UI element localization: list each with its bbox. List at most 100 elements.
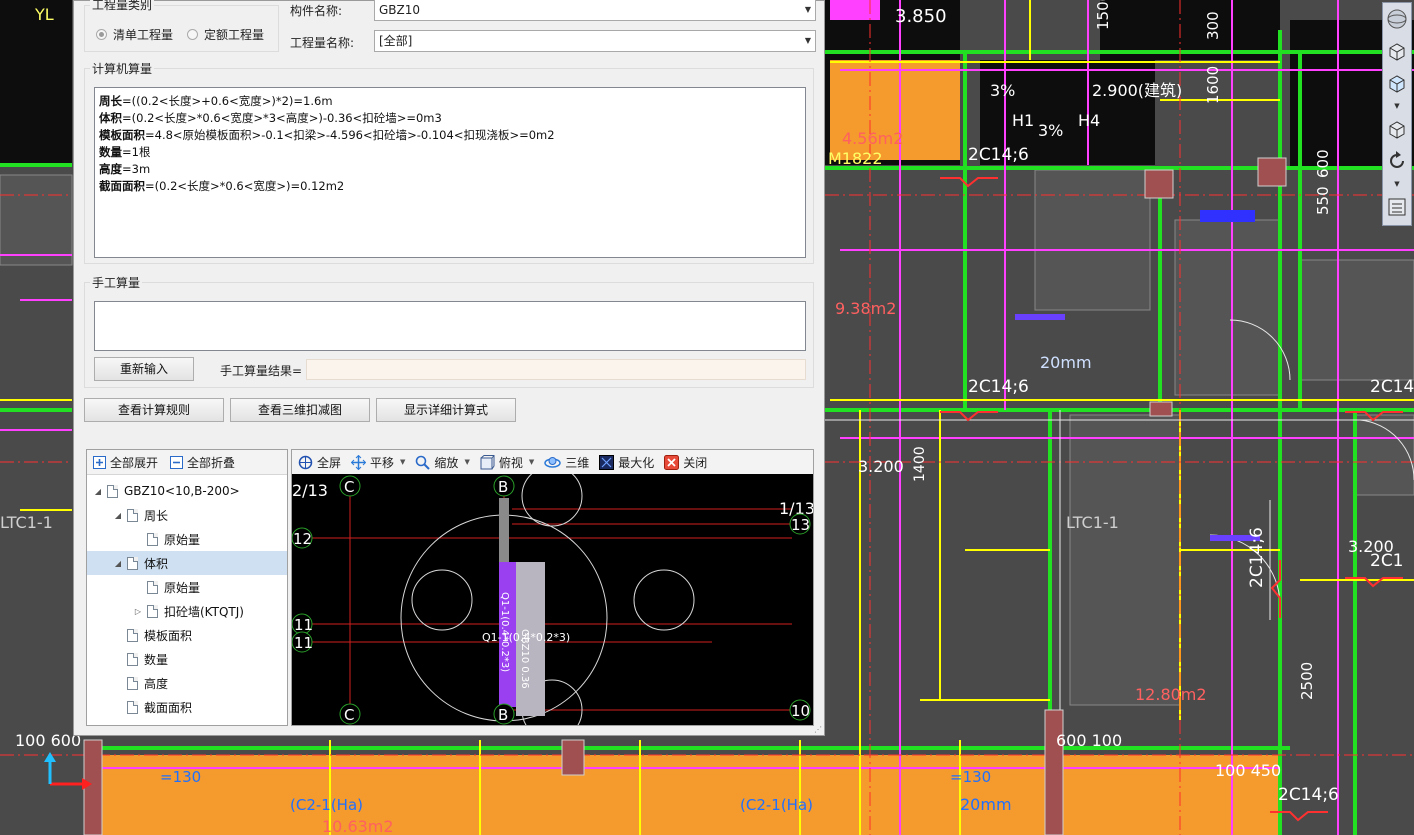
fullscreen-button[interactable]: 全屏	[298, 454, 341, 471]
computer-calc-textbox[interactable]: 周长=((0.2<长度>+0.6<宽度>)*2)=1.6m 体积=(0.2<长度…	[94, 87, 806, 258]
calc-line: 周长=((0.2<长度>+0.6<宽度>)*2)=1.6m	[99, 94, 333, 108]
expand-all-label: 全部展开	[110, 455, 159, 470]
tree-item[interactable]: 高度	[87, 671, 287, 695]
quantity-tree: ◢ GBZ10<10,B-200> ◢ 周长 原始量 ◢ 体积 原始量 ▷ 扣砼墙(KTQTJ) 模…	[87, 475, 287, 719]
document-icon	[127, 652, 138, 666]
document-icon	[147, 604, 158, 618]
top-view-button[interactable]: 俯视 ▼	[480, 454, 534, 471]
svg-text:C: C	[344, 706, 354, 724]
cad-label: H4	[1078, 111, 1100, 130]
tree-item[interactable]: 截面面积	[87, 695, 287, 719]
column-label: GBZ10 0.36	[519, 629, 530, 689]
tree-item-label: 原始量	[164, 532, 201, 547]
close-label: 关闭	[683, 455, 708, 470]
cad-rebar-label: 2C14;6	[1278, 785, 1339, 805]
layer-list-icon[interactable]	[1385, 195, 1409, 219]
chevron-down-icon: ▼	[528, 458, 535, 466]
zoom-button[interactable]: 缩放 ▼	[415, 454, 470, 471]
view-calculation-dialog: 工程量类别 清单工程量 定额工程量 构件名称: GBZ10 ▼ 工程量名称: […	[73, 0, 825, 736]
chevron-down-icon: ▼	[400, 458, 406, 466]
maximize-button[interactable]: 最大化	[599, 454, 654, 471]
component-name-label: 构件名称:	[290, 4, 343, 18]
view-calc-rules-button[interactable]: 查看计算规则	[84, 398, 224, 422]
expanded-arrow-icon[interactable]: ◢	[113, 511, 123, 520]
cad-slope-label: 3%	[1038, 121, 1063, 140]
show-detail-formula-button[interactable]: 显示详细计算式	[376, 398, 516, 422]
expanded-arrow-icon[interactable]: ◢	[93, 487, 103, 496]
cad-dimension: 100 450	[1215, 761, 1281, 780]
manual-calc-title: 手工算量	[90, 274, 143, 291]
cad-label: YL	[34, 5, 54, 24]
tree-item-label: GBZ10<10,B-200>	[124, 484, 240, 498]
radio-selected-icon	[96, 29, 107, 40]
cad-rebar-label: 2C14;6	[968, 377, 1029, 397]
cad-rebar-label: 2C14	[1370, 377, 1414, 397]
expanded-arrow-icon[interactable]: ◢	[113, 559, 123, 568]
tree-item[interactable]: ▷ 扣砼墙(KTQTJ)	[87, 599, 287, 623]
wall-label-vertical: Q1-1(0.4*0.2*3)	[499, 592, 510, 672]
tree-item-label: 截面面积	[144, 700, 193, 715]
collapse-all-button[interactable]: 全部折叠	[170, 454, 235, 471]
axis-label-2-13: 2/13	[292, 481, 328, 500]
quantity-type-title: 工程量类别	[90, 0, 155, 13]
collapse-all-label: 全部折叠	[187, 455, 236, 470]
tree-item[interactable]: 原始量	[87, 527, 287, 551]
rotate-icon[interactable]	[1385, 149, 1409, 173]
tree-item-label: 模板面积	[144, 628, 193, 643]
pan-arrows-icon	[351, 454, 367, 470]
tree-item[interactable]: 数量	[87, 647, 287, 671]
cad-area-label: 4.56m2	[842, 129, 903, 148]
close-icon	[664, 454, 680, 470]
chevron-down-icon[interactable]: ▼	[1394, 181, 1399, 188]
cad-dimension: 1600	[1204, 66, 1222, 104]
quantity-name-select[interactable]: [全部] ▼	[374, 30, 816, 52]
resize-grip-icon[interactable]: ⋰	[814, 725, 822, 734]
calc-line: 体积=(0.2<长度>*0.6<宽度>*3<高度>)-0.36<扣砼墙>=0m3	[99, 111, 442, 125]
cad-elevation-label: 2.900(建筑)	[1092, 81, 1182, 100]
cad-label: LTC1-1	[1066, 513, 1119, 532]
cad-label: (C2-1(Ha)	[290, 796, 363, 814]
view-3d-deduction-button[interactable]: 查看三维扣减图	[230, 398, 370, 422]
pan-button[interactable]: 平移 ▼	[351, 454, 405, 471]
radio-bill-quantity[interactable]: 清单工程量	[96, 26, 173, 43]
svg-text:13: 13	[791, 516, 810, 534]
component-name-select[interactable]: GBZ10 ▼	[374, 0, 816, 21]
tree-item[interactable]: ◢ GBZ10<10,B-200>	[87, 479, 287, 503]
three-d-label: 三维	[565, 455, 590, 470]
front-view-cube-icon[interactable]	[1385, 71, 1409, 95]
radio-quota-quantity[interactable]: 定额工程量	[187, 26, 264, 43]
reenter-button[interactable]: 重新输入	[94, 357, 194, 381]
tree-item[interactable]: ◢ 体积	[87, 551, 287, 575]
radio-label: 定额工程量	[204, 28, 265, 42]
tree-item[interactable]: 原始量	[87, 575, 287, 599]
tree-item[interactable]: ◢ 周长	[87, 503, 287, 527]
expand-all-button[interactable]: 全部展开	[93, 454, 158, 471]
manual-result-field[interactable]	[306, 359, 806, 380]
zoom-label: 缩放	[434, 455, 459, 470]
fullscreen-label: 全屏	[317, 455, 342, 470]
orbit-sphere-icon[interactable]	[1385, 7, 1409, 31]
close-viewer-button[interactable]: 关闭	[664, 454, 707, 471]
collapsed-arrow-icon[interactable]: ▷	[133, 607, 143, 616]
top-view-cube-icon[interactable]	[1385, 117, 1409, 141]
cad-label: (C2-1(Ha)	[740, 796, 813, 814]
tree-item[interactable]: 模板面积	[87, 623, 287, 647]
svg-text:10: 10	[791, 702, 810, 720]
tree-item-label: 高度	[144, 676, 169, 691]
deduction-3d-canvas[interactable]: 2/13 1/13 C B 13 12 11 11 C B 10 Q1-1(0.…	[292, 474, 813, 725]
svg-text:B: B	[498, 478, 508, 496]
document-icon	[127, 508, 138, 522]
plus-box-icon	[93, 455, 106, 469]
cad-label: =130	[950, 768, 991, 786]
cad-area-label: 9.38m2	[835, 299, 896, 318]
maximize-icon	[599, 454, 615, 470]
cube-3d-view-icon[interactable]	[1385, 39, 1409, 63]
pan-label: 平移	[370, 455, 395, 470]
manual-calc-textbox[interactable]	[94, 301, 806, 351]
document-icon	[127, 676, 138, 690]
document-icon	[147, 580, 158, 594]
three-d-button[interactable]: 三维	[544, 454, 589, 471]
tree-item-label: 数量	[144, 652, 169, 667]
document-icon	[127, 700, 138, 714]
chevron-down-icon[interactable]: ▼	[1394, 103, 1399, 110]
